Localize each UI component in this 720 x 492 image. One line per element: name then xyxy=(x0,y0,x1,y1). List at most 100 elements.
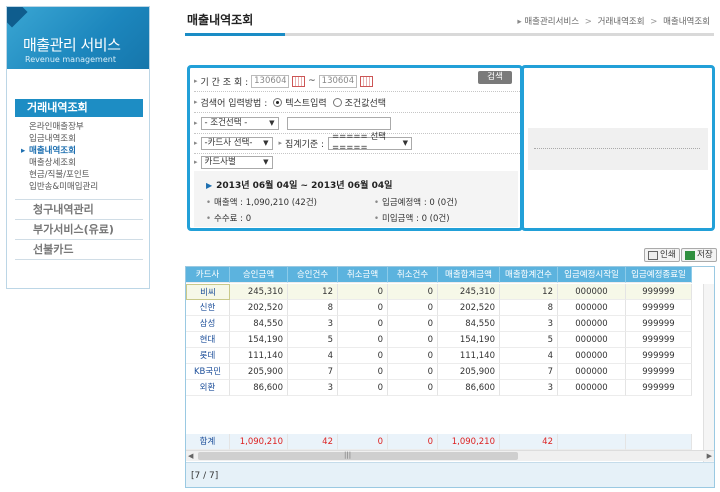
table-cell: 000000 xyxy=(558,364,626,380)
breadcrumb-item[interactable]: 거래내역조회 xyxy=(598,17,645,27)
sidebar-group-prepaid[interactable]: 선불카드 xyxy=(15,240,143,260)
column-header[interactable]: 입금예정종료일 xyxy=(626,267,692,283)
breadcrumb-item[interactable]: 매출관리서비스 xyxy=(524,17,579,27)
table-cell: 000000 xyxy=(558,284,626,300)
table-cell: 5 xyxy=(288,332,338,348)
sidebar-item-deposit-history[interactable]: 입금내역조회 xyxy=(29,133,143,145)
table-cell: 0 xyxy=(338,434,388,450)
table-cell xyxy=(558,434,626,450)
table-row[interactable]: 비씨 245,310 12 0 0 245,310 12 000000 999999 xyxy=(186,284,692,300)
sidebar-item-online-ledger[interactable]: 온라인매출장부 xyxy=(29,121,143,133)
table-cell: 999999 xyxy=(626,332,692,348)
table-cell: 8 xyxy=(288,300,338,316)
column-header[interactable]: 취소금액 xyxy=(338,267,388,283)
title-divider xyxy=(185,33,714,36)
table-cell: 합계 xyxy=(186,434,230,450)
search-button[interactable]: 검색 xyxy=(478,71,512,84)
table-cell: 12 xyxy=(500,284,558,300)
sidebar-item-sales-history[interactable]: 매출내역조회 xyxy=(21,145,143,157)
summary-period: ▶ 2013년 06월 04일 ~ 2013년 06월 04일 xyxy=(206,181,393,191)
sidebar-item-cash-debit-point[interactable]: 현금/직불/포인트 xyxy=(29,169,143,181)
horizontal-scrollbar[interactable]: ◀ ||| ▶ xyxy=(186,450,714,461)
table-cell: 000000 xyxy=(558,316,626,332)
brand-banner: 매출관리 서비스 Revenue management xyxy=(7,7,149,69)
column-header[interactable]: 취소건수 xyxy=(388,267,438,283)
table-cell: 0 xyxy=(338,284,388,300)
calendar-icon[interactable] xyxy=(359,75,373,87)
table-total-row[interactable]: 합계 1,090,210 42 0 0 1,090,210 42 xyxy=(186,434,692,450)
radio-condition-select[interactable] xyxy=(332,97,342,107)
scroll-left-icon[interactable]: ◀ xyxy=(188,451,193,461)
table-cell: 999999 xyxy=(626,284,692,300)
table-cell: 000000 xyxy=(558,332,626,348)
table-cell: 0 xyxy=(388,316,438,332)
bullet-icon: ▸ xyxy=(194,139,198,147)
save-button[interactable]: 저장 xyxy=(681,248,717,262)
table-row[interactable]: 외환 86,600 3 0 0 86,600 3 000000 999999 xyxy=(186,380,692,396)
brand-subtitle: Revenue management xyxy=(25,55,116,64)
radio-condition-select-label[interactable]: 조건값선택 xyxy=(345,96,386,109)
bullet-icon: ▸ xyxy=(194,158,198,166)
column-header[interactable]: 입금예정시작일 xyxy=(558,267,626,283)
printer-icon xyxy=(648,250,658,260)
column-header[interactable]: 승인금액 xyxy=(230,267,288,283)
table-cell: 4 xyxy=(288,348,338,364)
column-header[interactable]: 매출합계건수 xyxy=(500,267,558,283)
table-cell: 0 xyxy=(388,284,438,300)
grid-header-row: 카드사 승인금액 승인건수 취소금액 취소건수 매출합계금액 매출합계건수 입금… xyxy=(186,267,692,283)
table-row[interactable]: 현대 154,190 5 0 0 154,190 5 000000 999999 xyxy=(186,332,692,348)
table-cell: 999999 xyxy=(626,300,692,316)
table-cell: 999999 xyxy=(626,364,692,380)
sidebar-item-return-management[interactable]: 입반송&미매입관리 xyxy=(29,181,143,193)
date-from-input[interactable]: 130604 xyxy=(251,74,290,88)
sidebar-submenu: 온라인매출장부 입금내역조회 매출내역조회 매출상세조회 현금/직불/포인트 입… xyxy=(15,117,143,200)
condition-select[interactable]: - 조건선택 - ▼ xyxy=(200,116,279,130)
card-company-select[interactable]: -카드사 선택- ▼ xyxy=(200,136,273,150)
table-cell: 86,600 xyxy=(438,380,500,396)
info-panel xyxy=(521,65,715,231)
table-cell: 0 xyxy=(388,332,438,348)
triangle-icon: ▶ xyxy=(206,181,213,190)
page-status: [7 / 7] xyxy=(186,462,714,487)
brand-flag-icon xyxy=(7,7,28,28)
table-row[interactable]: 삼성 84,550 3 0 0 84,550 3 000000 999999 xyxy=(186,316,692,332)
sidebar-group-billing[interactable]: 청구내역관리 xyxy=(15,200,143,220)
table-cell: 0 xyxy=(388,300,438,316)
date-to-input[interactable]: 130604 xyxy=(318,74,357,88)
date-range-tilde: ~ xyxy=(308,76,316,86)
column-header[interactable]: 승인건수 xyxy=(288,267,338,283)
table-row[interactable]: KB국민 205,900 7 0 0 205,900 7 000000 999999 xyxy=(186,364,692,380)
table-cell: 245,310 xyxy=(438,284,500,300)
table-cell: 0 xyxy=(388,348,438,364)
table-cell: 86,600 xyxy=(230,380,288,396)
table-cell: 000000 xyxy=(558,380,626,396)
chevron-down-icon: ▼ xyxy=(263,138,269,147)
table-cell: 롯데 xyxy=(186,348,230,364)
table-cell: 245,310 xyxy=(230,284,288,300)
column-header[interactable]: 매출합계금액 xyxy=(438,267,500,283)
table-cell xyxy=(626,434,692,450)
table-cell: 42 xyxy=(500,434,558,450)
table-row[interactable]: 롯데 111,140 4 0 0 111,140 4 000000 999999 xyxy=(186,348,692,364)
bullet-icon: ▸ xyxy=(194,77,198,85)
keyword-input[interactable] xyxy=(286,116,391,130)
print-button[interactable]: 인쇄 xyxy=(644,248,680,262)
sidebar-section-title[interactable]: 거래내역조회 xyxy=(15,99,143,117)
input-method-label: 검색어 입력방법 : xyxy=(200,98,268,109)
table-cell: 현대 xyxy=(186,332,230,348)
column-header[interactable]: 카드사 xyxy=(186,267,230,283)
table-cell: 4 xyxy=(500,348,558,364)
sidebar-item-sales-detail[interactable]: 매출상세조회 xyxy=(29,157,143,169)
scroll-right-icon[interactable]: ▶ xyxy=(707,451,712,461)
scroll-thumb[interactable] xyxy=(198,452,518,460)
card-grouping-select[interactable]: 카드사별 ▼ xyxy=(200,155,273,169)
calendar-icon[interactable] xyxy=(292,75,306,87)
table-row[interactable]: 신한 202,520 8 0 0 202,520 8 000000 999999 xyxy=(186,300,692,316)
summary-fee: • 수수료 : 0 xyxy=(206,214,252,224)
sidebar-group-addon[interactable]: 부가서비스(유료) xyxy=(15,220,143,240)
radio-text-input-label[interactable]: 텍스트입력 xyxy=(285,96,326,109)
aggregation-select[interactable]: ===== 선택 ===== ▼ xyxy=(328,132,413,153)
vertical-scrollbar[interactable] xyxy=(703,284,714,467)
radio-text-input[interactable] xyxy=(273,97,283,107)
table-cell: 42 xyxy=(288,434,338,450)
